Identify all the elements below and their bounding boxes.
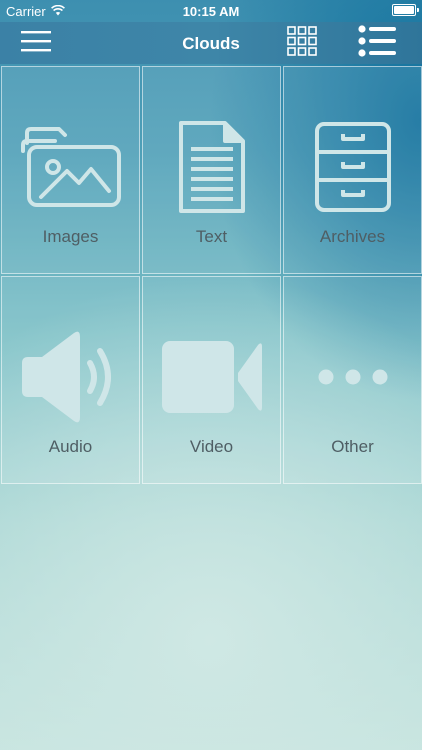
video-camera-icon xyxy=(143,327,280,427)
status-bar: Carrier 10:15 AM xyxy=(0,0,422,22)
speaker-icon xyxy=(2,327,139,427)
category-label: Images xyxy=(42,227,99,246)
battery-icon xyxy=(392,4,419,16)
document-icon xyxy=(143,117,280,217)
grid-view-button[interactable] xyxy=(282,25,322,61)
category-archives[interactable]: Archives xyxy=(283,66,422,274)
category-label: Audio xyxy=(48,437,93,456)
category-label: Video xyxy=(189,437,234,456)
category-label: Archives xyxy=(319,227,386,246)
list-view-button[interactable] xyxy=(357,24,397,62)
images-icon xyxy=(2,117,139,217)
grid-icon xyxy=(287,25,317,61)
status-right xyxy=(392,4,419,16)
more-icon xyxy=(284,327,421,427)
status-time: 10:15 AM xyxy=(182,4,240,19)
cabinet-icon xyxy=(284,117,421,217)
category-other[interactable]: Other xyxy=(283,276,422,484)
category-audio[interactable]: Audio xyxy=(1,276,140,484)
category-grid: Images Text Archives Audio Video Other xyxy=(0,65,422,485)
category-images[interactable]: Images xyxy=(1,66,140,274)
category-video[interactable]: Video xyxy=(142,276,281,484)
category-label: Text xyxy=(195,227,228,246)
category-label: Other xyxy=(331,437,374,456)
list-icon xyxy=(358,24,396,62)
navigation-bar: Clouds xyxy=(0,22,422,64)
category-text[interactable]: Text xyxy=(142,66,281,274)
